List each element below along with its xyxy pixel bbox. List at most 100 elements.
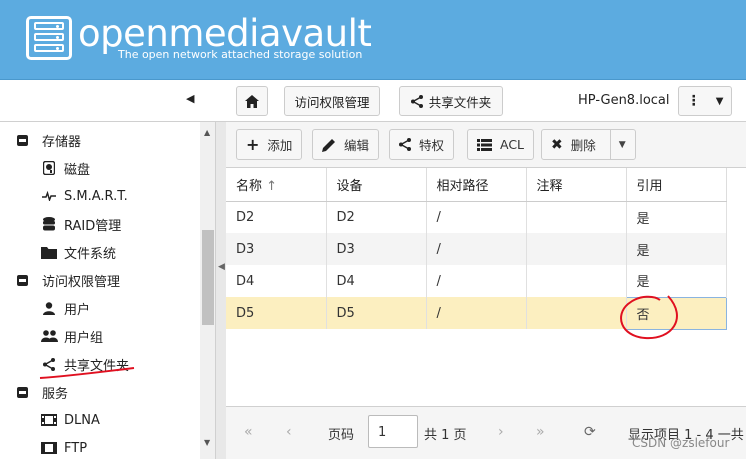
logo-icon bbox=[26, 16, 72, 60]
delete-button[interactable]: ✖ 删除 ▼ bbox=[541, 129, 636, 160]
next-page-icon[interactable]: › bbox=[498, 424, 504, 440]
cell-name: D2 bbox=[226, 201, 327, 233]
sidebar-group-access-rights[interactable]: 访问权限管理 bbox=[17, 268, 120, 292]
sidebar-item-label: DLNA bbox=[64, 412, 100, 428]
page-total: 共 1 页 bbox=[424, 428, 467, 443]
film-icon bbox=[40, 412, 58, 428]
column-header-name[interactable]: 名称 ↑ bbox=[226, 168, 327, 202]
collapse-nav-icon[interactable]: ◀ bbox=[186, 92, 202, 110]
disk-icon bbox=[40, 160, 58, 176]
share-icon bbox=[40, 356, 58, 372]
more-vertical-icon[interactable]: ⋮ bbox=[687, 93, 701, 109]
hostname: HP-Gen8.local bbox=[578, 93, 670, 108]
chevron-down-icon[interactable]: ▼ bbox=[609, 130, 634, 159]
sidebar-item-dlna[interactable]: DLNA bbox=[40, 408, 100, 432]
cell-device: D2 bbox=[326, 201, 427, 233]
shared-folders-table: 名称 ↑ 设备 相对路径 注释 引用 D2 D2 / 是 D3 D3 / 是 D… bbox=[226, 168, 727, 330]
table-row[interactable]: D2 D2 / 是 bbox=[226, 201, 727, 233]
cell-ref: 是 bbox=[626, 201, 727, 233]
collapse-icon bbox=[17, 134, 28, 146]
sidebar-item-label: 磁盘 bbox=[64, 162, 91, 178]
sidebar-item-shared-folders[interactable]: 共享文件夹 bbox=[40, 352, 129, 376]
cell-name: D4 bbox=[226, 265, 327, 297]
sidebar-item-label: 用户组 bbox=[64, 330, 104, 346]
sidebar-group-storage[interactable]: 存储器 bbox=[17, 128, 81, 152]
watermark: CSDN @zslefour bbox=[632, 436, 730, 450]
list-icon bbox=[477, 138, 492, 151]
column-header-comment[interactable]: 注释 bbox=[526, 168, 627, 202]
top-toolbar: ◀ 访问权限管理 共享文件夹 HP-Gen8.local ⋮ ▼ bbox=[0, 80, 746, 122]
chevron-down-icon[interactable]: ▼ bbox=[716, 96, 724, 107]
breadcrumb-shared-folders[interactable]: 共享文件夹 bbox=[399, 86, 503, 116]
sidebar-item-label: S.M.A.R.T. bbox=[64, 188, 128, 204]
scroll-up-icon[interactable]: ▲ bbox=[204, 128, 210, 137]
cell-comment bbox=[526, 297, 627, 329]
column-label: 名称 bbox=[236, 178, 263, 194]
share-icon bbox=[410, 94, 423, 108]
home-button[interactable] bbox=[236, 86, 268, 116]
sidebar-splitter[interactable] bbox=[216, 122, 226, 459]
sidebar-item-label: 存储器 bbox=[42, 134, 82, 150]
refresh-icon[interactable]: ⟳ bbox=[584, 424, 596, 440]
table-row-selected[interactable]: D5 D5 / 否 bbox=[226, 296, 727, 330]
brand-tagline: The open network attached storage soluti… bbox=[118, 48, 363, 61]
sidebar-nav: 存储器 磁盘 S.M.A.R.T. RAID管理 文件系统 访问权限管理 用户 bbox=[0, 122, 216, 459]
cell-path: / bbox=[426, 297, 527, 329]
acl-button[interactable]: ACL bbox=[467, 129, 535, 160]
sidebar-item-label: RAID管理 bbox=[64, 218, 122, 234]
page-number-input[interactable]: 1 bbox=[368, 415, 418, 448]
cell-device: D3 bbox=[326, 233, 427, 265]
sidebar-item-smart[interactable]: S.M.A.R.T. bbox=[40, 184, 128, 208]
cell-ref: 是 bbox=[626, 265, 727, 297]
add-label: 添加 bbox=[267, 138, 293, 153]
sidebar-item-raid[interactable]: RAID管理 bbox=[40, 212, 121, 236]
collapse-sidebar-icon[interactable]: ◀ bbox=[218, 262, 225, 272]
delete-label: 删除 bbox=[570, 138, 596, 153]
sidebar-item-disks[interactable]: 磁盘 bbox=[40, 156, 90, 180]
edit-button[interactable]: 编辑 bbox=[312, 129, 380, 160]
pagination-bar: « ‹ 页码 1 共 1 页 › » ⟳ 显示项目 1 - 4 一共 bbox=[226, 406, 746, 459]
table-header-row: 名称 ↑ 设备 相对路径 注释 引用 bbox=[226, 168, 727, 202]
sidebar-item-ftp[interactable]: FTP bbox=[40, 436, 87, 459]
cell-device: D4 bbox=[326, 265, 427, 297]
film-icon bbox=[40, 440, 58, 456]
privileges-button[interactable]: 特权 bbox=[389, 129, 455, 160]
app-header: openmediavault The open network attached… bbox=[0, 0, 746, 80]
sidebar-item-filesystems[interactable]: 文件系统 bbox=[40, 240, 116, 264]
column-header-ref[interactable]: 引用 bbox=[626, 168, 727, 202]
table-row[interactable]: D4 D4 / 是 bbox=[226, 265, 727, 297]
prev-page-icon[interactable]: ‹ bbox=[286, 424, 292, 440]
sidebar-group-services[interactable]: 服务 bbox=[17, 380, 68, 404]
edit-label: 编辑 bbox=[344, 138, 370, 153]
sidebar-item-label: FTP bbox=[64, 440, 88, 456]
sidebar-scroll-thumb[interactable] bbox=[202, 230, 214, 325]
cell-ref: 否 bbox=[625, 296, 727, 330]
cell-name: D5 bbox=[226, 297, 327, 329]
table-row[interactable]: D3 D3 / 是 bbox=[226, 233, 727, 265]
cell-name: D3 bbox=[226, 233, 327, 265]
plus-icon: + bbox=[246, 135, 260, 154]
main-panel: + 添加 编辑 特权 ACL ✖ 删除 ▼ 名称 ↑ 设备 相对路径 注释 引用… bbox=[226, 122, 746, 459]
sidebar-item-users[interactable]: 用户 bbox=[40, 296, 90, 320]
add-button[interactable]: + 添加 bbox=[236, 129, 303, 160]
page-label: 页码 bbox=[328, 428, 355, 443]
menu-button[interactable]: ⋮ ▼ bbox=[678, 86, 732, 116]
user-icon bbox=[40, 300, 58, 316]
first-page-icon[interactable]: « bbox=[244, 424, 253, 440]
cell-comment bbox=[526, 265, 627, 297]
scroll-down-icon[interactable]: ▼ bbox=[204, 438, 210, 447]
column-header-device[interactable]: 设备 bbox=[326, 168, 427, 202]
sidebar-item-label: 访问权限管理 bbox=[42, 274, 121, 290]
breadcrumb-access-rights[interactable]: 访问权限管理 bbox=[284, 86, 380, 116]
column-header-path[interactable]: 相对路径 bbox=[426, 168, 527, 202]
last-page-icon[interactable]: » bbox=[536, 424, 545, 440]
privileges-label: 特权 bbox=[419, 138, 445, 153]
sidebar-item-label: 服务 bbox=[42, 386, 69, 402]
folder-icon bbox=[40, 244, 58, 260]
users-icon bbox=[40, 328, 58, 344]
action-toolbar: + 添加 编辑 特权 ACL ✖ 删除 ▼ bbox=[226, 122, 746, 168]
collapse-icon bbox=[17, 386, 28, 398]
sidebar-item-groups[interactable]: 用户组 bbox=[40, 324, 103, 348]
cell-comment bbox=[526, 201, 627, 233]
cell-path: / bbox=[426, 265, 527, 297]
